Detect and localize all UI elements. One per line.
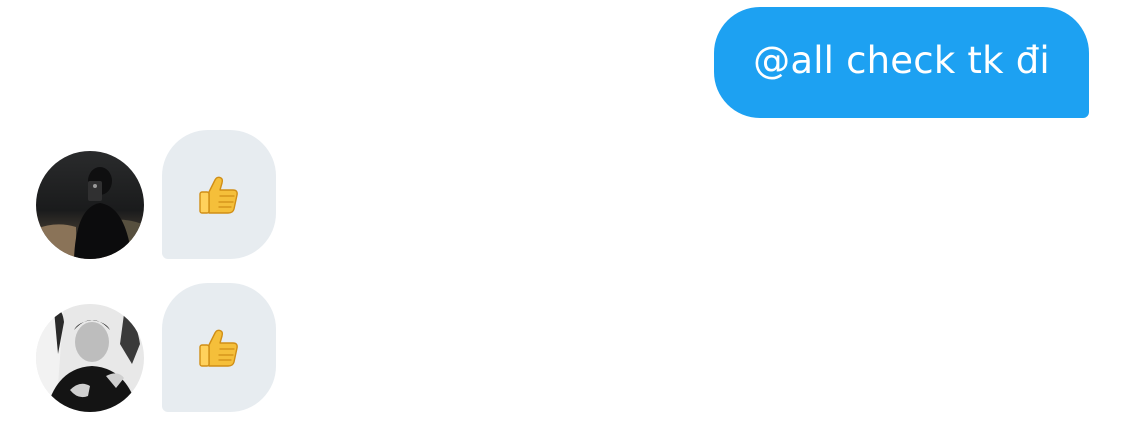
incoming-message-bubble[interactable] bbox=[162, 130, 276, 259]
thumbs-up-icon bbox=[196, 172, 242, 218]
incoming-message-bubble[interactable] bbox=[162, 283, 276, 412]
outgoing-message-text: @all check tk đi bbox=[753, 39, 1050, 82]
thumbs-up-icon bbox=[196, 325, 242, 371]
outgoing-message-bubble[interactable]: @all check tk đi bbox=[714, 7, 1089, 118]
avatar-user-1[interactable] bbox=[36, 151, 144, 259]
avatar-user-2[interactable] bbox=[36, 304, 144, 412]
